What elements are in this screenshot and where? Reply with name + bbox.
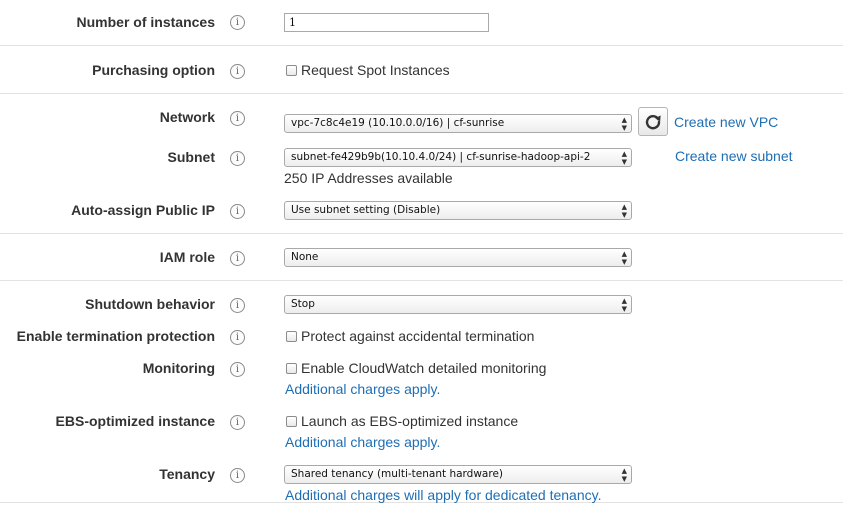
info-icon[interactable]: i — [230, 251, 245, 266]
instances-label: Number of instances — [76, 14, 215, 30]
monitoring-checkbox[interactable] — [286, 362, 297, 374]
network-value: vpc-7c8c4e19 (10.10.0.0/16) | cf-sunrise — [291, 117, 505, 129]
refresh-icon — [645, 114, 661, 129]
ebs-checkbox[interactable] — [286, 415, 297, 427]
shutdown-value: Stop — [291, 298, 315, 310]
iam-role-value: None — [291, 251, 319, 263]
select-arrows-icon: ▲ ▼ — [621, 296, 627, 313]
select-arrows-icon: ▲ ▼ — [621, 249, 627, 266]
ebs-option[interactable]: Launch as EBS-optimized instance — [286, 412, 518, 430]
info-icon[interactable]: i — [230, 204, 245, 219]
public-ip-select[interactable]: Use subnet setting (Disable) ▲ ▼ — [284, 201, 632, 220]
iam-role-label: IAM role — [159, 249, 215, 265]
iam-role-select[interactable]: None ▲ ▼ — [284, 248, 632, 267]
refresh-network-button[interactable] — [638, 107, 668, 136]
termination-checkbox[interactable] — [286, 330, 297, 342]
termination-label: Enable termination protection — [16, 328, 215, 344]
monitoring-label: Monitoring — [142, 360, 215, 376]
info-icon[interactable]: i — [230, 362, 245, 377]
instances-input[interactable] — [284, 13, 489, 32]
create-vpc-link[interactable]: Create new VPC — [674, 113, 778, 131]
ebs-label: EBS-optimized instance — [55, 413, 215, 429]
info-icon[interactable]: i — [230, 111, 245, 126]
monitoring-charges-link[interactable]: Additional charges apply. — [285, 380, 440, 398]
tenancy-label: Tenancy — [159, 466, 215, 482]
network-select[interactable]: vpc-7c8c4e19 (10.10.0.0/16) | cf-sunrise… — [284, 114, 632, 133]
create-subnet-link[interactable]: Create new subnet — [675, 147, 793, 165]
divider — [0, 233, 843, 234]
monitoring-text: Enable CloudWatch detailed monitoring — [301, 360, 547, 376]
subnet-select[interactable]: subnet-fe429b9b(10.10.4.0/24) | cf-sunri… — [284, 148, 632, 167]
monitoring-option[interactable]: Enable CloudWatch detailed monitoring — [286, 359, 546, 377]
divider — [0, 45, 843, 46]
ip-addresses-available: 250 IP Addresses available — [284, 170, 453, 186]
info-icon[interactable]: i — [230, 415, 245, 430]
select-arrows-icon: ▲ ▼ — [621, 149, 627, 166]
public-ip-label: Auto-assign Public IP — [71, 202, 215, 218]
select-arrows-icon: ▲ ▼ — [621, 466, 627, 483]
divider — [0, 93, 843, 94]
spot-instances-text: Request Spot Instances — [301, 62, 450, 78]
subnet-label: Subnet — [167, 149, 215, 165]
tenancy-charges-link[interactable]: Additional charges will apply for dedica… — [285, 486, 601, 504]
public-ip-value: Use subnet setting (Disable) — [291, 204, 441, 216]
shutdown-label: Shutdown behavior — [85, 296, 215, 312]
tenancy-value: Shared tenancy (multi-tenant hardware) — [291, 468, 503, 480]
select-arrows-icon: ▲ ▼ — [621, 115, 627, 132]
divider — [0, 280, 843, 281]
spot-instances-checkbox[interactable] — [286, 64, 297, 76]
ebs-charges-link[interactable]: Additional charges apply. — [285, 433, 440, 451]
termination-text: Protect against accidental termination — [301, 328, 535, 344]
info-icon[interactable]: i — [230, 298, 245, 313]
info-icon[interactable]: i — [230, 468, 245, 483]
shutdown-select[interactable]: Stop ▲ ▼ — [284, 295, 632, 314]
info-icon[interactable]: i — [230, 151, 245, 166]
spot-instances-option[interactable]: Request Spot Instances — [286, 61, 450, 79]
termination-option[interactable]: Protect against accidental termination — [286, 327, 534, 345]
info-icon[interactable]: i — [230, 64, 245, 79]
info-icon[interactable]: i — [230, 15, 245, 30]
network-label: Network — [159, 109, 215, 125]
select-arrows-icon: ▲ ▼ — [621, 202, 627, 219]
purchasing-label: Purchasing option — [92, 62, 215, 78]
ebs-text: Launch as EBS-optimized instance — [301, 413, 519, 429]
subnet-value: subnet-fe429b9b(10.10.4.0/24) | cf-sunri… — [291, 151, 591, 163]
tenancy-select[interactable]: Shared tenancy (multi-tenant hardware) ▲… — [284, 465, 632, 484]
info-icon[interactable]: i — [230, 330, 245, 345]
